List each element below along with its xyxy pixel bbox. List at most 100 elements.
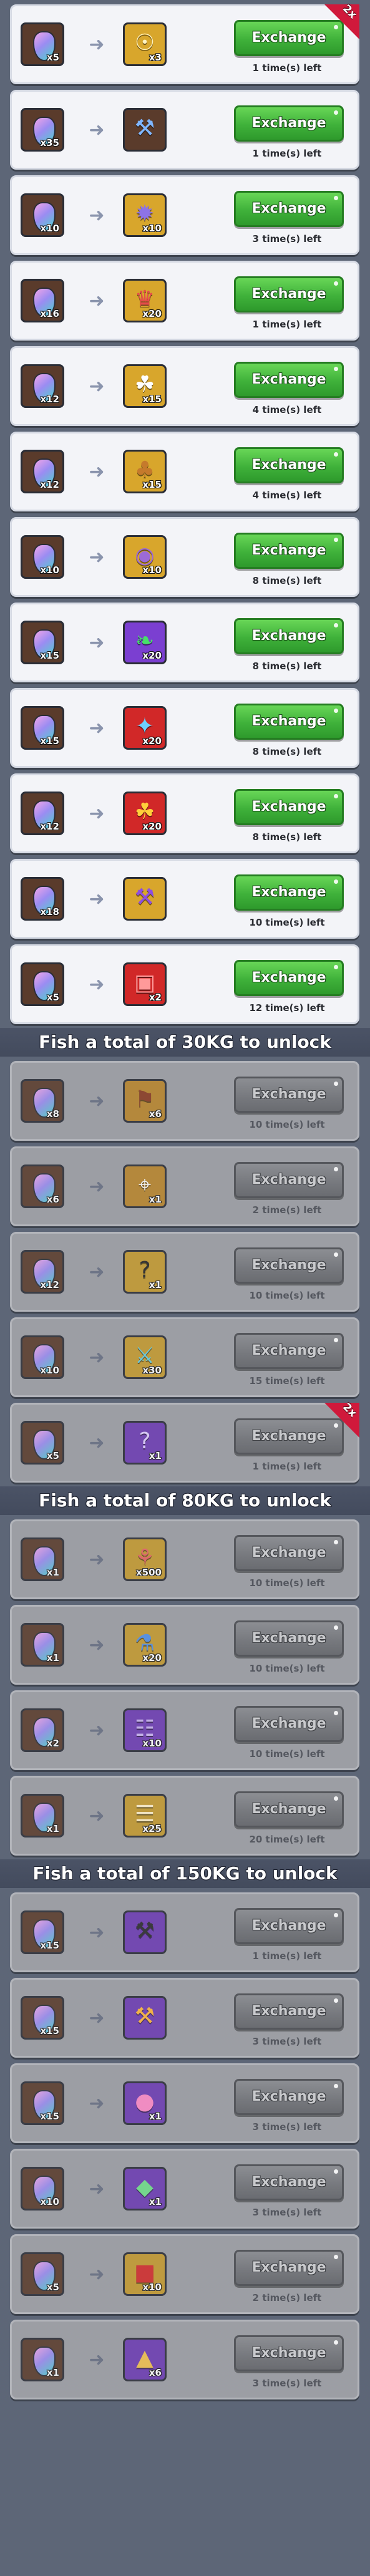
arrow-right-icon: ➜ — [89, 546, 105, 568]
exchange-button[interactable]: Exchange — [234, 533, 344, 569]
exchange-button[interactable]: Exchange — [234, 789, 344, 825]
times-left-label: 8 time(s) left — [252, 746, 322, 757]
arrow-right-icon: ➜ — [89, 1549, 105, 1571]
arrow-right-icon: ➜ — [89, 1090, 105, 1112]
reward-quantity: x30 — [142, 1365, 162, 1376]
reward-quantity: x10 — [142, 2282, 162, 2293]
reward-quantity: x3 — [148, 52, 162, 63]
exchange-button[interactable]: Exchange — [234, 874, 344, 911]
exchange-button[interactable]: Exchange — [234, 960, 344, 996]
cost-item-tile: x5 — [21, 962, 64, 1006]
cost-item-tile: x18 — [21, 877, 64, 921]
exchange-offer-card: x1 ➜ ☰ x25 Exchange 20 time(s) left — [10, 1776, 359, 1856]
arrow-right-icon: ➜ — [89, 2178, 105, 2200]
cost-quantity: x12 — [40, 479, 59, 490]
exchange-button[interactable]: Exchange — [234, 2335, 344, 2371]
reward-quantity: x1 — [148, 1279, 162, 1290]
times-left-label: 15 time(s) left — [249, 1375, 325, 1387]
cost-quantity: x12 — [40, 1279, 59, 1290]
cost-quantity: x15 — [40, 650, 59, 661]
arrow-right-icon: ➜ — [89, 1634, 105, 1656]
times-left-label: 10 time(s) left — [249, 1119, 325, 1130]
times-left-label: 10 time(s) left — [249, 1290, 325, 1301]
reward-item-tile: ✦ x20 — [123, 706, 167, 750]
reward-quantity: x10 — [142, 1738, 162, 1749]
times-left-label: 1 time(s) left — [252, 62, 322, 74]
exchange-button[interactable]: Exchange — [234, 276, 344, 312]
exchange-button[interactable]: Exchange — [234, 618, 344, 654]
unlock-requirement-banner: Fish a total of 30KG to unlock — [0, 1028, 370, 1057]
arrow-right-icon: ➜ — [89, 2093, 105, 2114]
reward-quantity: x20 — [142, 1652, 162, 1663]
cost-item-tile: x15 — [21, 2081, 64, 2125]
exchange-button[interactable]: Exchange — [234, 1162, 344, 1198]
reward-quantity: x1 — [148, 1194, 162, 1205]
exchange-offer-card: x15 ➜ ● x1 Exchange 3 time(s) left — [10, 2063, 359, 2143]
exchange-offer-card: x15 ➜ ✦ x20 Exchange 8 time(s) left — [10, 688, 359, 768]
times-left-label: 10 time(s) left — [249, 1748, 325, 1760]
cost-item-tile: x1 — [21, 1623, 64, 1667]
arrow-right-icon: ➜ — [89, 1347, 105, 1368]
times-left-label: 1 time(s) left — [252, 319, 322, 330]
arrow-right-icon: ➜ — [89, 34, 105, 56]
times-left-label: 10 time(s) left — [249, 1577, 325, 1589]
exchange-button[interactable]: Exchange — [234, 2250, 344, 2286]
exchange-button[interactable]: Exchange — [234, 191, 344, 227]
cost-item-tile: x12 — [21, 364, 64, 408]
fishing-rod-icon: ⚒ — [134, 115, 155, 141]
cost-quantity: x12 — [40, 394, 59, 405]
times-left-label: 10 time(s) left — [249, 1663, 325, 1674]
reward-item-tile: ▣ x2 — [123, 962, 167, 1006]
exchange-button[interactable]: Exchange — [234, 1791, 344, 1828]
reward-item-tile: ⚗ x20 — [123, 1623, 167, 1667]
exchange-button[interactable]: Exchange — [234, 1535, 344, 1571]
exchange-button[interactable]: Exchange — [234, 1077, 344, 1113]
double-bonus-badge: 2x — [324, 2, 359, 39]
exchange-button[interactable]: Exchange — [234, 1247, 344, 1284]
gold-rod-icon: ⚒ — [134, 2003, 155, 2029]
reward-quantity: x500 — [136, 1567, 162, 1578]
exchange-button[interactable]: Exchange — [234, 704, 344, 740]
cost-quantity: x5 — [46, 992, 59, 1003]
cost-item-tile: x1 — [21, 1794, 64, 1838]
times-left-label: 8 time(s) left — [252, 575, 322, 586]
reward-item-tile: ♛ x20 — [123, 279, 167, 322]
reward-item-tile: ? x1 — [123, 1421, 167, 1465]
times-left-label: 1 time(s) left — [252, 1461, 322, 1472]
exchange-offer-card: x1 ➜ ▲ x6 Exchange 3 time(s) left — [10, 2320, 359, 2399]
times-left-label: 10 time(s) left — [249, 917, 325, 928]
reward-item-tile: ♣ x15 — [123, 450, 167, 493]
exchange-offer-card: x8 ➜ ⚑ x6 Exchange 10 time(s) left — [10, 1061, 359, 1141]
exchange-offer-card: x10 ➜ ✹ x10 Exchange 3 time(s) left — [10, 175, 359, 255]
reward-quantity: x2 — [148, 992, 162, 1003]
exchange-offer-card: x6 ➜ ⌖ x1 Exchange 2 time(s) left — [10, 1146, 359, 1226]
cost-item-tile: x10 — [21, 2167, 64, 2210]
exchange-button[interactable]: Exchange — [234, 1908, 344, 1944]
reward-item-tile: ❧ x20 — [123, 621, 167, 664]
times-left-label: 3 time(s) left — [252, 233, 322, 245]
times-left-label: 12 time(s) left — [249, 1002, 325, 1014]
exchange-shop-list: x5 ➜ ☉ x3 Exchange 1 time(s) left 2x x35 ➜ ⚒ Excha… — [0, 0, 370, 2576]
reward-item-tile: ⚘ x500 — [123, 1537, 167, 1581]
reward-item-tile: ● x1 — [123, 2081, 167, 2125]
reward-item-tile: ☘ x15 — [123, 364, 167, 408]
arrow-right-icon: ➜ — [89, 974, 105, 995]
exchange-button[interactable]: Exchange — [234, 1706, 344, 1742]
exchange-button[interactable]: Exchange — [234, 1993, 344, 2030]
arrow-right-icon: ➜ — [89, 717, 105, 739]
times-left-label: 3 time(s) left — [252, 2378, 322, 2389]
exchange-offer-card: x2 ➜ ☷ x10 Exchange 10 time(s) left — [10, 1690, 359, 1770]
exchange-button[interactable]: Exchange — [234, 105, 344, 142]
exchange-button[interactable]: Exchange — [234, 447, 344, 483]
reward-quantity: x15 — [142, 394, 162, 405]
reward-quantity: x20 — [142, 735, 162, 747]
cost-quantity: x15 — [40, 1940, 59, 1951]
exchange-button[interactable]: Exchange — [234, 362, 344, 398]
exchange-button[interactable]: Exchange — [234, 2164, 344, 2201]
reward-quantity: x25 — [142, 1823, 162, 1834]
reward-quantity: x20 — [142, 308, 162, 319]
exchange-button[interactable]: Exchange — [234, 1333, 344, 1369]
reward-quantity: x10 — [142, 223, 162, 234]
exchange-button[interactable]: Exchange — [234, 1620, 344, 1657]
exchange-button[interactable]: Exchange — [234, 2079, 344, 2115]
